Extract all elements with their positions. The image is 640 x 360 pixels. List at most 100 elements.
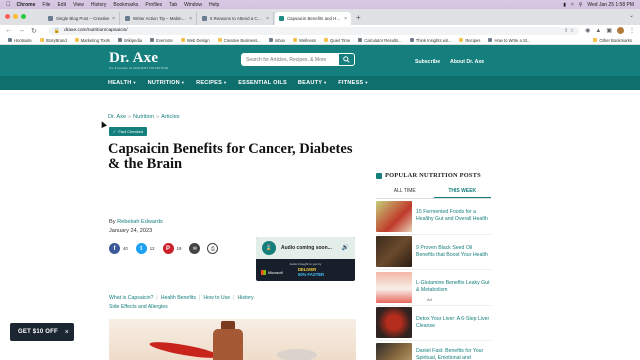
bookmark-item[interactable]: Quiet Time	[323, 38, 350, 43]
nav-recipes[interactable]: RECIPES▼	[196, 80, 227, 86]
menu-tab[interactable]: Tab	[169, 2, 177, 8]
toc-link[interactable]: How to Use	[203, 295, 230, 301]
bookmark-item[interactable]: Hootsuite	[8, 38, 32, 43]
bookmark-item[interactable]: StoryBrand	[39, 38, 67, 43]
new-tab-button[interactable]: +	[356, 13, 361, 22]
search-input[interactable]: Search for Articles, Recipes, & More	[242, 57, 338, 63]
search-button[interactable]	[338, 54, 354, 65]
menu-edit[interactable]: Edit	[57, 2, 66, 8]
browser-tab[interactable]: Writer Action Tip – Making yo ×	[121, 12, 197, 25]
tab-this-week[interactable]: THIS WEEK	[433, 185, 491, 198]
bookmark-item[interactable]: Recipes	[459, 38, 480, 43]
bookmark-item[interactable]: Marketing Tools	[74, 38, 110, 43]
clock[interactable]: Wed Jan 25 1:58 PM	[587, 2, 634, 8]
post-thumbnail[interactable]	[376, 271, 412, 303]
pinterest-share-icon[interactable]: P	[162, 243, 174, 254]
sponsor-ad-text[interactable]: DELIVER 50% FASTER	[298, 267, 324, 277]
fact-checked-badge[interactable]: ✓ Fact Checked	[109, 127, 148, 136]
menu-chrome[interactable]: Chrome	[17, 2, 36, 8]
menu-window[interactable]: Window	[184, 2, 202, 8]
about-link[interactable]: About Dr. Axe	[450, 59, 484, 65]
twitter-share-icon[interactable]: t	[135, 243, 147, 254]
other-bookmarks[interactable]: Other Bookmarks	[593, 38, 632, 43]
toc-link[interactable]: What is Capsaicin?	[109, 295, 153, 301]
share-and-bookmark-star-icons[interactable]: ⇧ ☆	[564, 28, 574, 34]
more-menu-icon[interactable]: ⋮	[629, 27, 635, 34]
zoom-window-button[interactable]	[21, 14, 26, 19]
list-item[interactable]: L-Glutamine Benefits Leaky Gut & Metabol…	[376, 270, 491, 306]
close-window-button[interactable]	[5, 14, 10, 19]
post-title[interactable]: L-Glutamine Benefits Leaky Gut & Metabol…	[416, 280, 491, 294]
menu-view[interactable]: View	[73, 2, 84, 8]
bookmark-item[interactable]: Wellness	[293, 38, 316, 43]
list-item[interactable]: 9 Proven Black Seed Oil Benefits that Bo…	[376, 235, 491, 270]
promo-label[interactable]: GET $10 OFF	[18, 329, 58, 335]
tab-all-time[interactable]: ALL TIME	[376, 185, 434, 198]
menu-help[interactable]: Help	[209, 2, 219, 8]
volume-icon[interactable]: 🔊	[342, 244, 349, 251]
tab-search-chevron-icon[interactable]: ⌄	[629, 12, 634, 19]
nav-essential-oils[interactable]: ESSENTIAL OILS	[238, 80, 287, 86]
address-bar[interactable]: 🔒 draxe.com/nutrition/capsaicin/ ⇧ ☆	[48, 26, 580, 35]
print-icon[interactable]: ⎙	[207, 243, 219, 254]
play-icon[interactable]: ⌛	[262, 241, 276, 255]
breadcrumb-articles[interactable]: Articles	[161, 114, 179, 120]
browser-tab[interactable]: 5 Reasons to Attend a Contrib ×	[198, 12, 274, 25]
post-thumbnail[interactable]	[376, 200, 412, 232]
reload-icon[interactable]: ↻	[31, 27, 37, 35]
toc-link[interactable]: Health Benefits	[161, 295, 196, 301]
post-title[interactable]: Daniel Fast: Benefits for Your Spiritual…	[416, 348, 491, 360]
post-title[interactable]: Detox Your Liver: A 6-Step Liver Cleanse	[416, 316, 491, 330]
apple-icon[interactable]: 	[6, 2, 11, 8]
post-thumbnail[interactable]	[376, 307, 412, 339]
back-arrow-icon[interactable]: ←	[5, 27, 12, 34]
microsoft-logo[interactable]: Microsoft	[261, 270, 283, 275]
bookmark-item[interactable]: Think Insights wit...	[409, 38, 451, 43]
bookmark-item[interactable]: How to Write a St...	[488, 38, 530, 43]
minimize-window-button[interactable]	[13, 14, 18, 19]
close-tab-icon[interactable]: ×	[189, 16, 192, 22]
post-thumbnail[interactable]	[376, 342, 412, 360]
bookmark-item[interactable]: Creative Business...	[217, 38, 261, 43]
extensions-puzzle-icon[interactable]: ▲	[595, 28, 601, 34]
list-item[interactable]: 15 Fermented Foods for a Healthy Gut and…	[376, 199, 491, 235]
toc-link[interactable]: Side Effects and Allergies	[109, 304, 168, 310]
close-tab-icon[interactable]: ×	[344, 16, 347, 22]
url-text[interactable]: draxe.com/nutrition/capsaicin/	[64, 28, 127, 33]
nav-beauty[interactable]: BEAUTY▼	[298, 80, 327, 86]
bookmark-item[interactable]: Wikipedia	[117, 38, 142, 43]
menu-history[interactable]: History	[91, 2, 107, 8]
post-title[interactable]: 15 Fermented Foods for a Healthy Gut and…	[416, 209, 491, 223]
bookmark-item[interactable]: Web Design	[180, 38, 210, 43]
lock-icon[interactable]: 🔒	[54, 28, 60, 34]
battery-icon[interactable]: ▮	[563, 2, 566, 8]
menu-file[interactable]: File	[42, 2, 50, 8]
bookmark-item[interactable]: Inbox	[268, 38, 285, 43]
list-item[interactable]: Detox Your Liver: A 6-Step Liver Cleanse	[376, 306, 491, 341]
promo-banner[interactable]: GET $10 OFF ×	[10, 323, 74, 341]
breadcrumb-home[interactable]: Dr. Axe	[108, 114, 126, 120]
search-icon[interactable]: ⚲	[579, 2, 583, 8]
list-item[interactable]: Daniel Fast: Benefits for Your Spiritual…	[376, 341, 491, 360]
bookmark-item[interactable]: Calculator Results...	[358, 38, 402, 43]
subscribe-link[interactable]: Subscribe	[415, 59, 440, 65]
browser-tab-active[interactable]: Capsaicin Benefits and How to ×	[275, 12, 351, 25]
nav-nutrition[interactable]: NUTRITION▼	[148, 80, 185, 86]
sidebar-icon[interactable]: ▣	[606, 27, 612, 34]
close-tab-icon[interactable]: ×	[266, 16, 269, 22]
forward-arrow-icon[interactable]: →	[18, 27, 25, 34]
nav-health[interactable]: HEALTH▼	[108, 80, 137, 86]
close-tab-icon[interactable]: ×	[112, 16, 115, 22]
nav-fitness[interactable]: FITNESS▼	[338, 80, 368, 86]
close-icon[interactable]: ×	[65, 329, 69, 336]
browser-tab[interactable]: Single Blog Post – Creative ×	[44, 12, 120, 25]
menu-profiles[interactable]: Profiles	[145, 2, 162, 8]
profile-avatar[interactable]	[617, 27, 624, 34]
email-share-icon[interactable]: ✉	[189, 243, 201, 254]
extension-icon[interactable]: ◉	[585, 27, 590, 34]
site-logo[interactable]: Dr. Axe Co-Founder of ANCIENT NUTRITION	[109, 51, 169, 71]
toc-link[interactable]: History	[237, 295, 253, 301]
post-title[interactable]: 9 Proven Black Seed Oil Benefits that Bo…	[416, 245, 491, 259]
post-thumbnail[interactable]	[376, 236, 412, 268]
bookmark-item[interactable]: Evernote	[150, 38, 173, 43]
